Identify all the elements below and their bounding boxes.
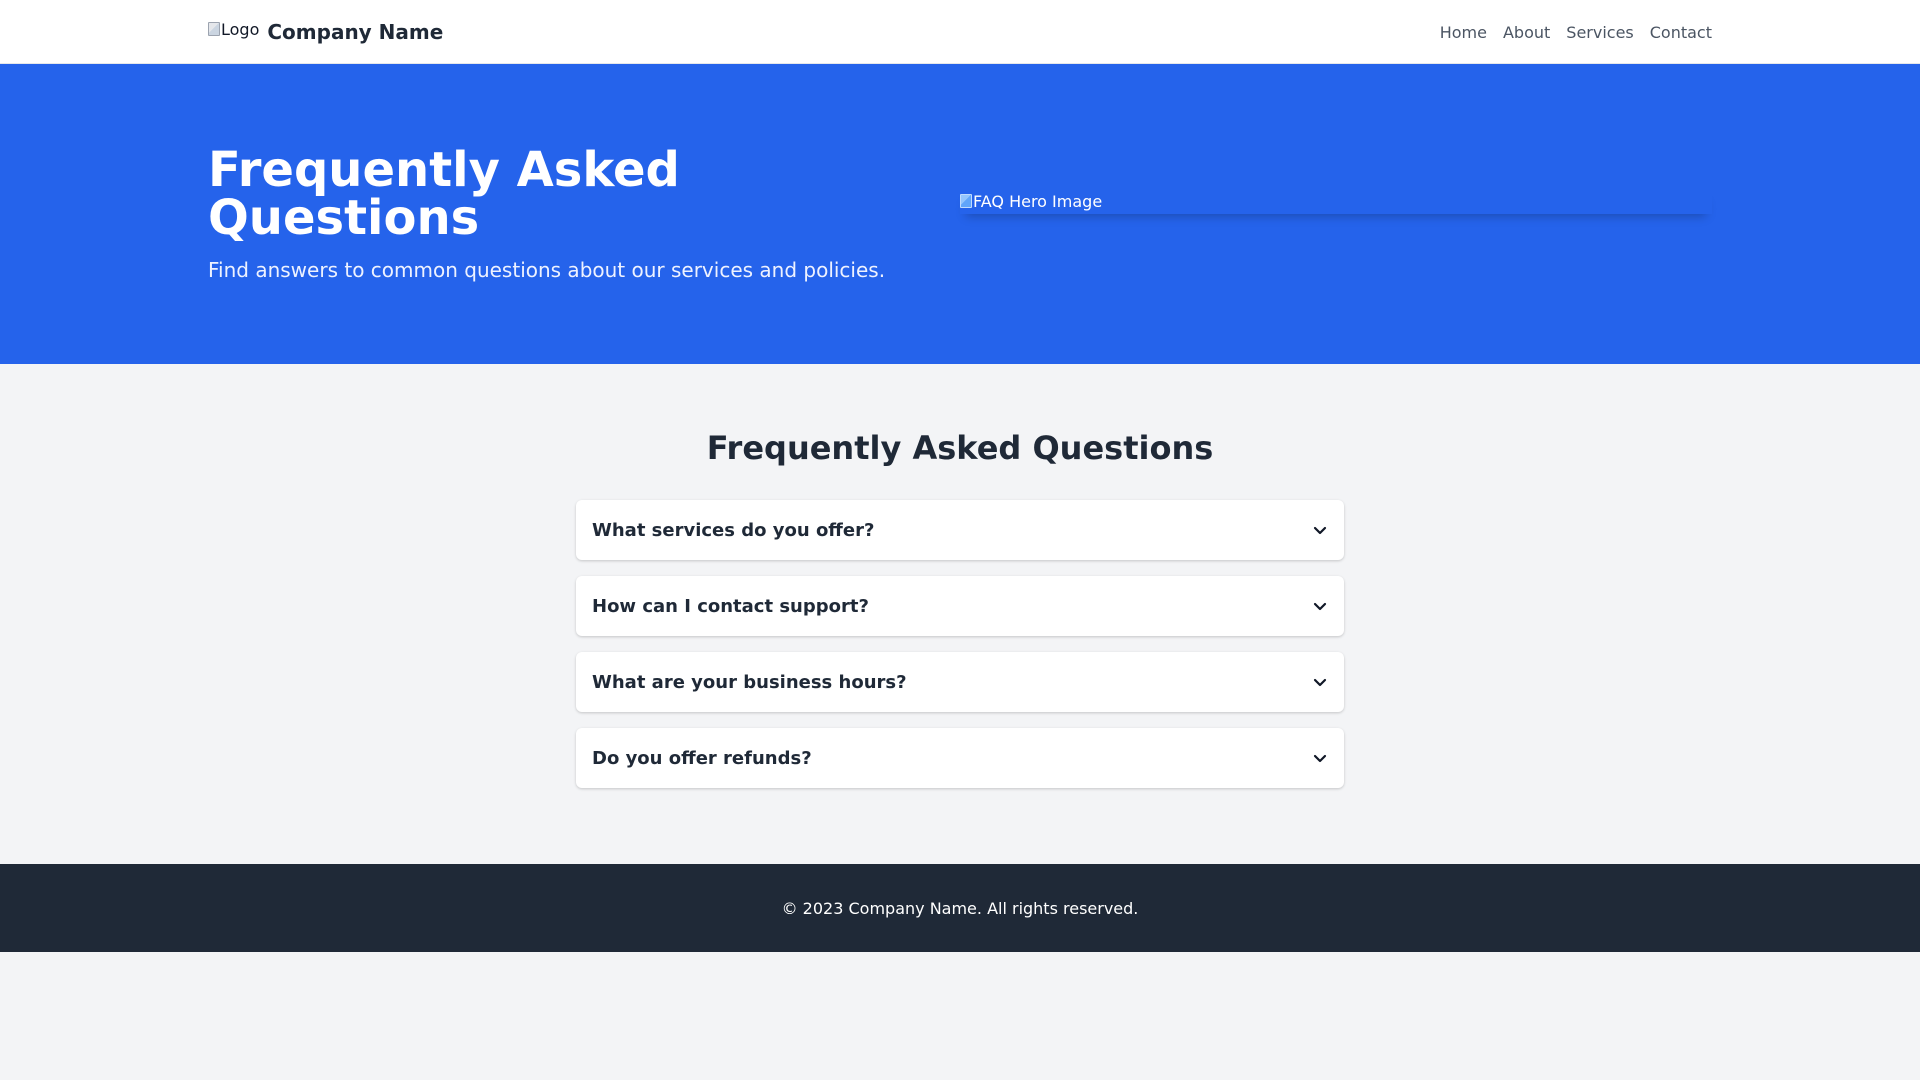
chevron-down-icon [1313,678,1327,687]
hero-section: Frequently Asked Questions Find answers … [0,64,1920,364]
chevron-down-icon [1313,526,1327,535]
faq-item[interactable]: Do you offer refunds? [576,728,1344,788]
hero-container: Frequently Asked Questions Find answers … [208,64,1712,364]
logo-image: Logo [208,20,259,39]
header-container: Logo Company Name Home About Services Co… [208,0,1712,64]
faq-list: What services do you offer? How can I co… [576,500,1344,788]
hero-image: FAQ Hero Image [960,188,1712,214]
site-footer: © 2023 Company Name. All rights reserved… [0,864,1920,952]
nav-link-home[interactable]: Home [1440,23,1487,42]
hero-subtitle: Find answers to common questions about o… [208,258,886,282]
chevron-down-icon [1313,754,1327,763]
chevron-down-icon [1313,602,1327,611]
faq-question: What are your business hours? [592,671,907,693]
main-nav: Home About Services Contact [1440,23,1712,42]
hero-title: Frequently Asked Questions [208,142,680,246]
faq-item[interactable]: What services do you offer? [576,500,1344,560]
faq-question: What services do you offer? [592,519,875,541]
faq-item[interactable]: How can I contact support? [576,576,1344,636]
hero-text: Frequently Asked Questions Find answers … [208,146,960,282]
nav-link-about[interactable]: About [1503,23,1550,42]
company-name: Company Name [267,20,444,44]
hero-image-alt-text: FAQ Hero Image [973,191,1103,211]
broken-image-icon [208,22,220,36]
brand-link[interactable]: Logo Company Name [208,20,443,44]
logo-alt-text: Logo [221,19,260,39]
faq-section: Frequently Asked Questions What services… [0,364,1920,864]
faq-question: Do you offer refunds? [592,747,812,769]
nav-link-contact[interactable]: Contact [1650,23,1712,42]
site-header: Logo Company Name Home About Services Co… [0,0,1920,64]
broken-image-icon [960,194,972,208]
hero-media: FAQ Hero Image [960,64,1712,364]
faq-item[interactable]: What are your business hours? [576,652,1344,712]
footer-copyright: © 2023 Company Name. All rights reserved… [781,898,1139,918]
nav-link-services[interactable]: Services [1566,23,1633,42]
faq-question: How can I contact support? [592,595,869,617]
faq-heading: Frequently Asked Questions [706,429,1214,467]
